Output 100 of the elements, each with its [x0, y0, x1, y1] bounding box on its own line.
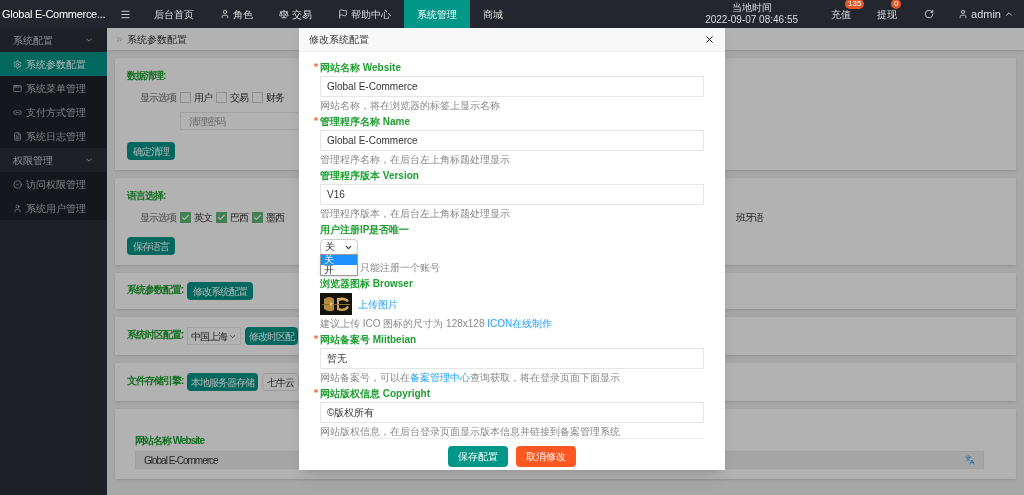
- chevron-down-icon: [84, 35, 94, 45]
- text-field[interactable]: Global E-Commerce: [320, 130, 704, 151]
- checkbox[interactable]: [252, 92, 263, 103]
- window-icon: [13, 83, 22, 93]
- section-label: 系统时区配置:: [127, 328, 184, 342]
- help-text: 建议上传 ICO 图标的尺寸为 128x128 ICON在线制作: [320, 318, 553, 330]
- checkbox-label: 班牙语: [736, 211, 763, 225]
- section-label: 系统参数配置:: [127, 283, 184, 297]
- flag-icon: [338, 9, 348, 19]
- link-icon: [13, 107, 22, 117]
- checkbox[interactable]: [180, 212, 191, 223]
- checkbox-label: 英文: [194, 211, 212, 225]
- nav-tab[interactable]: 帮助中心: [325, 0, 404, 28]
- field-label: 用户注册IP是否唯一: [320, 224, 410, 236]
- nav-tab[interactable]: 商城: [470, 0, 516, 28]
- checkbox-label: 交易: [230, 91, 248, 105]
- checkbox[interactable]: [216, 212, 227, 223]
- app-logo: Global E-Commerce...: [2, 6, 106, 22]
- confirm-button[interactable]: 确定清理: [127, 142, 175, 160]
- check-circle-icon: [13, 179, 22, 189]
- clock-time: 2022-09-07 08:46:55: [705, 14, 799, 26]
- help-text: 只能注册一个账号: [360, 262, 440, 274]
- sidebar-item[interactable]: 系统菜单管理: [0, 76, 107, 100]
- required-icon: [314, 389, 318, 393]
- header-link[interactable]: 提现: [877, 8, 898, 20]
- required-icon: [314, 335, 318, 339]
- field-label: 网站名称 Website: [320, 62, 401, 74]
- user-icon: [958, 9, 969, 19]
- upload-link[interactable]: 上传图片: [358, 296, 398, 312]
- user-icon: [13, 203, 22, 213]
- modal-title: 修改系统配置: [309, 33, 369, 47]
- checkbox-label: 财务: [266, 91, 284, 105]
- help-text: 网站备案号，可以在备案管理中心查询获取，将在登录页面下面显示: [320, 372, 620, 384]
- field-label: 网站名称 Website: [135, 434, 204, 448]
- checkbox[interactable]: [216, 92, 227, 103]
- chevrons-right-icon: [115, 34, 124, 44]
- timezone-select[interactable]: 中国上海: [187, 327, 242, 345]
- cancel-button[interactable]: 取消修改: [516, 446, 576, 467]
- help-text: 网站名称，将在浏览器的标签上显示名称: [320, 100, 500, 112]
- nav-tab[interactable]: 后台首页: [141, 0, 207, 28]
- save-button[interactable]: 保存配置: [448, 446, 508, 467]
- nav-tab[interactable]: 角色: [207, 0, 266, 28]
- text-field[interactable]: V16: [320, 184, 704, 205]
- help-link[interactable]: 备案管理中心: [410, 372, 470, 383]
- storage-option[interactable]: 本地服务器存储: [187, 373, 259, 391]
- checkbox-label: 用户: [194, 91, 212, 105]
- check-icon: [253, 213, 262, 222]
- field-label: 浏览器图标 Browser: [320, 278, 413, 290]
- settings-icon: [13, 59, 22, 69]
- count-badge: 135: [845, 0, 865, 9]
- translate-icon[interactable]: [965, 455, 975, 465]
- help-text: 管理程序版本，在后台左上角标题处理显示: [320, 208, 510, 220]
- sidebar-item[interactable]: 系统用户管理: [0, 196, 107, 220]
- required-icon: [314, 63, 318, 67]
- header-link[interactable]: 充值: [831, 8, 852, 20]
- user-menu[interactable]: admin: [958, 5, 1014, 23]
- sidebar-item[interactable]: 系统参数配置: [0, 52, 107, 76]
- help-text: 网站版权信息，在后台登录页面显示版本信息并链接到备案管理系统: [320, 426, 620, 438]
- menu-icon[interactable]: [120, 8, 131, 20]
- nav-tab[interactable]: 交易: [266, 0, 325, 28]
- clock-label: 当地时间: [731, 2, 772, 14]
- nav-tab[interactable]: 系统管理: [404, 0, 470, 28]
- check-icon: [181, 213, 190, 222]
- count-badge: 0: [891, 0, 902, 9]
- dropdown-option[interactable]: 关: [321, 255, 357, 265]
- scale-icon: [279, 9, 289, 19]
- help-link[interactable]: ICON在线制作: [487, 318, 553, 329]
- section-label: 文件存储引擎:: [127, 374, 184, 388]
- checkbox[interactable]: [252, 212, 263, 223]
- close-icon[interactable]: [704, 34, 715, 45]
- section-label: 数据清理:: [127, 69, 166, 83]
- sidebar-item[interactable]: 访问权限管理: [0, 172, 107, 196]
- edit-button[interactable]: 修改系统配置: [187, 282, 254, 300]
- text-field[interactable]: 暂无: [320, 348, 704, 369]
- check-icon: [217, 213, 226, 222]
- chevron-down-icon: [84, 155, 94, 165]
- help-text: 管理程序名称，在后台左上角标题处理显示: [320, 154, 510, 166]
- checkbox-label: 巴西: [230, 211, 248, 225]
- chevron-up-icon: [1004, 9, 1014, 19]
- field-label: 网站备案号 Miitbeian: [320, 334, 417, 346]
- section-label: 语言选择:: [127, 189, 166, 203]
- options-label: 显示选项: [140, 91, 176, 105]
- options-label: 显示选项: [140, 211, 176, 225]
- sidebar-item[interactable]: 支付方式管理: [0, 100, 107, 124]
- user-icon: [220, 9, 230, 19]
- sidebar-item[interactable]: 系统日志管理: [0, 124, 107, 148]
- text-field[interactable]: Global E-Commerce: [320, 76, 704, 97]
- checkbox[interactable]: [180, 92, 191, 103]
- document-icon: [13, 131, 22, 141]
- required-icon: [314, 117, 318, 121]
- refresh-icon[interactable]: [924, 9, 935, 19]
- dropdown-option[interactable]: 开: [321, 265, 357, 275]
- confirm-button[interactable]: 保存语言: [127, 237, 175, 255]
- checkbox-label: 墨西: [266, 211, 284, 225]
- field-label: 网站版权信息 Copyright: [320, 388, 430, 400]
- storage-option[interactable]: 七牛云: [262, 373, 300, 391]
- field-label: 管理程序版本 Version: [320, 170, 419, 182]
- breadcrumb[interactable]: 系统参数配置: [127, 31, 187, 47]
- text-field[interactable]: ©版权所有: [320, 402, 704, 423]
- edit-button[interactable]: 修改时区配: [245, 327, 299, 345]
